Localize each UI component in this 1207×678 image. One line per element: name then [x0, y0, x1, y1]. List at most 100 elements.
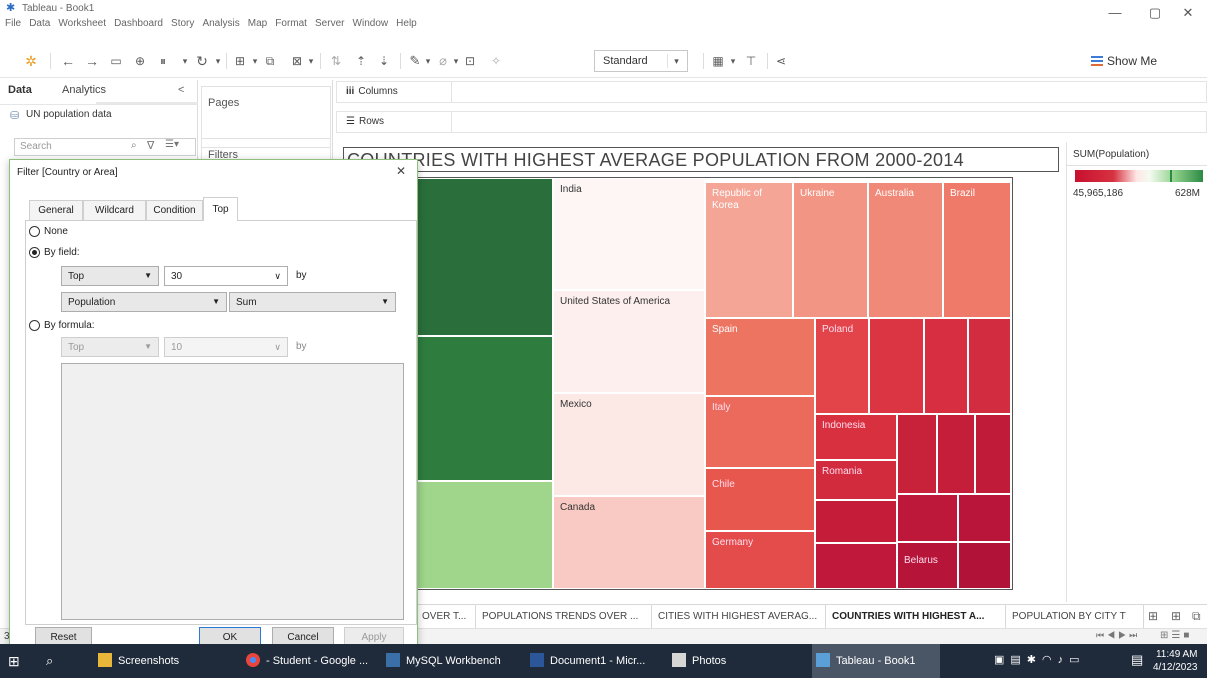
filter-icon[interactable]: ∇ — [147, 139, 154, 152]
dropdown-arrow-icon[interactable]: ▾ — [423, 52, 433, 70]
sheet-tab[interactable]: CITIES WITH HIGHEST AVERAG... — [652, 605, 826, 629]
taskbar-clock[interactable]: 11:49 AM 4/12/2023 — [1153, 648, 1198, 674]
worksheet-title[interactable]: COUNTRIES WITH HIGHEST AVERAGE POPULATIO… — [343, 147, 1059, 172]
view-toggle-icon[interactable]: ⊞☰■ — [1160, 630, 1192, 641]
treemap-cell-canada[interactable]: Canada — [553, 496, 705, 589]
group-icon[interactable]: ⌀ — [434, 52, 452, 70]
close-button[interactable]: ✕ — [1168, 0, 1207, 30]
taskbar-item-tableau[interactable]: Tableau - Book1 — [812, 644, 940, 678]
close-icon[interactable]: ✕ — [396, 164, 406, 178]
pause-updates-icon[interactable]: ⏸ — [155, 52, 171, 70]
refresh-icon[interactable]: ↻ — [194, 52, 210, 70]
tab-condition[interactable]: Condition — [146, 200, 203, 220]
windows-start-icon[interactable]: ⊞ — [8, 644, 32, 678]
treemap-cell-india[interactable]: India — [553, 178, 705, 290]
treemap-cell[interactable] — [897, 414, 937, 494]
menu-story[interactable]: Story — [171, 18, 194, 29]
chart-icon[interactable]: ▦ — [709, 52, 727, 70]
new-data-source-icon[interactable]: ⊕ — [132, 52, 148, 70]
rows-drop-zone[interactable] — [451, 111, 1207, 133]
menu-dashboard[interactable]: Dashboard — [114, 18, 163, 29]
sheet-tab[interactable]: OVER T... — [416, 605, 476, 629]
menu-data[interactable]: Data — [29, 18, 50, 29]
tab-top[interactable]: Top — [203, 197, 238, 221]
menu-map[interactable]: Map — [248, 18, 267, 29]
dropdown-arrow-icon[interactable]: ▾ — [306, 52, 316, 70]
show-me-button[interactable]: Show Me — [1091, 54, 1157, 68]
menu-format[interactable]: Format — [275, 18, 307, 29]
treemap-cell[interactable] — [815, 500, 897, 543]
new-dashboard-icon[interactable]: ⊞ — [1148, 609, 1158, 623]
search-input[interactable]: Search ⌕ ∇ ☰▾ — [14, 138, 196, 156]
treemap-cell[interactable] — [958, 494, 1011, 542]
treemap-cell-indonesia[interactable]: Indonesia — [815, 414, 897, 460]
taskbar-item-screenshots[interactable]: Screenshots — [98, 644, 238, 678]
swap-icon[interactable]: ⇅ — [327, 52, 345, 70]
treemap-cell-romania[interactable]: Romania — [815, 460, 897, 500]
treemap-cell[interactable] — [975, 414, 1011, 494]
treemap-cell-poland[interactable]: Poland — [815, 318, 869, 414]
data-source-row[interactable]: ⛁ UN population data — [0, 104, 198, 124]
taskbar-item-photos[interactable]: Photos — [672, 644, 806, 678]
treemap-cell-ukraine[interactable]: Ukraine — [793, 182, 868, 318]
menu-window[interactable]: Window — [353, 18, 389, 29]
minimize-button[interactable]: — — [1095, 0, 1135, 30]
presentation-icon[interactable]: ⊤ — [742, 52, 760, 70]
by-formula-radio[interactable] — [29, 320, 40, 331]
new-worksheet-icon[interactable]: ⊞ — [1171, 609, 1181, 623]
menu-worksheet[interactable]: Worksheet — [58, 18, 106, 29]
treemap-cell-chile[interactable]: Chile — [705, 468, 815, 531]
menu-analysis[interactable]: Analysis — [202, 18, 239, 29]
columns-drop-zone[interactable] — [451, 81, 1207, 103]
label-icon[interactable]: ⊡ — [461, 52, 479, 70]
tab-analytics[interactable]: Analytics — [62, 84, 106, 96]
dropdown-arrow-icon[interactable]: ▾ — [250, 52, 260, 70]
formula-editor[interactable] — [61, 363, 404, 620]
treemap-cell-usa[interactable]: United States of America — [553, 290, 705, 393]
taskbar-item-mysql[interactable]: MySQL Workbench — [386, 644, 520, 678]
rows-shelf[interactable]: ☰ Rows — [336, 111, 1207, 133]
treemap-cell-belarus[interactable]: Belarus — [897, 542, 958, 589]
treemap-cell[interactable] — [968, 318, 1011, 414]
treemap-cell-korea[interactable]: Republic of Korea — [705, 182, 793, 318]
taskbar-item-word[interactable]: Document1 - Micr... — [530, 644, 664, 678]
treemap-cell-brazil[interactable]: Brazil — [943, 182, 1011, 318]
taskbar-item-chrome[interactable]: - Student - Google ... — [246, 644, 378, 678]
menu-file[interactable]: File — [5, 18, 21, 29]
sheet-tab-active[interactable]: COUNTRIES WITH HIGHEST A... — [826, 605, 1006, 629]
dropdown-arrow-icon[interactable]: ▾ — [728, 52, 738, 70]
highlight-icon[interactable]: ✎ — [406, 52, 424, 70]
formula-count-input[interactable]: 10 ∨ — [164, 337, 288, 357]
aggregation-select[interactable]: Sum ▼ — [229, 292, 396, 312]
dropdown-arrow-icon[interactable]: ▾ — [213, 52, 223, 70]
treemap-cell-italy[interactable]: Italy — [705, 396, 815, 468]
fit-select[interactable]: Standard ▾ — [594, 50, 688, 72]
menu-help[interactable]: Help — [396, 18, 417, 29]
top-count-input[interactable]: 30 ∨ — [164, 266, 288, 286]
dropdown-arrow-icon[interactable]: ▾ — [180, 52, 190, 70]
share-icon[interactable]: ⋖ — [772, 52, 790, 70]
tab-data[interactable]: Data — [8, 84, 32, 96]
tableau-logo-icon[interactable]: ✲ — [23, 52, 39, 70]
formula-direction-select[interactable]: Top ▼ — [61, 337, 159, 357]
view-options-icon[interactable]: ☰▾ — [165, 139, 179, 150]
duplicate-icon[interactable]: ⧉ — [261, 52, 279, 70]
new-story-icon[interactable]: ⧉ — [1192, 609, 1201, 624]
tab-general[interactable]: General — [29, 200, 83, 220]
columns-shelf[interactable]: iii Columns — [336, 81, 1207, 103]
treemap-cell[interactable] — [897, 494, 958, 542]
treemap-cell-australia[interactable]: Australia — [868, 182, 943, 318]
top-direction-select[interactable]: Top ▼ — [61, 266, 159, 286]
color-legend[interactable]: SUM(Population) 45,965,186 628M — [1066, 142, 1207, 602]
fix-axes-icon[interactable]: ✧ — [487, 52, 505, 70]
save-icon[interactable]: ▭ — [108, 52, 124, 70]
treemap-cell[interactable] — [815, 543, 897, 589]
notifications-icon[interactable]: ▤ — [1131, 652, 1143, 668]
treemap-cell[interactable] — [924, 318, 968, 414]
new-worksheet-icon[interactable]: ⊞ — [231, 52, 249, 70]
treemap-cell-spain[interactable]: Spain — [705, 318, 815, 396]
back-icon[interactable]: ← — [59, 52, 77, 70]
treemap-cell[interactable] — [958, 542, 1011, 589]
sheet-tab[interactable]: POPULATION BY CITY T — [1006, 605, 1144, 629]
field-select[interactable]: Population ▼ — [61, 292, 227, 312]
